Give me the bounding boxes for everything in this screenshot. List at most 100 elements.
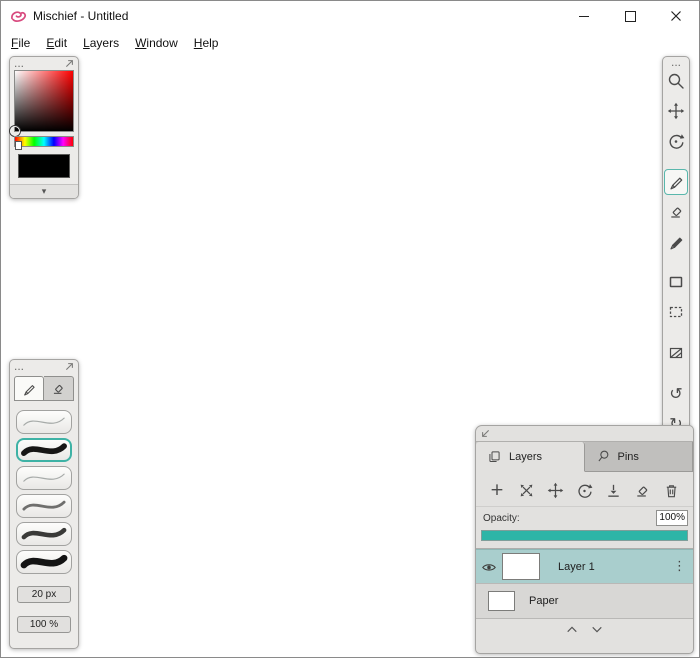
rectangle-tool-button[interactable] [664, 269, 688, 295]
saturation-value-picker[interactable] [10, 70, 74, 136]
chevron-down-icon [592, 626, 602, 632]
opacity-slider[interactable] [481, 530, 688, 541]
pen-tool-button[interactable] [664, 168, 688, 195]
close-button[interactable] [653, 1, 699, 31]
rotate-canvas-button[interactable] [664, 128, 688, 154]
move-layer-up-button[interactable] [564, 623, 580, 635]
layer-menu-button[interactable]: ⋮ [673, 559, 686, 574]
eraser-icon [670, 207, 681, 218]
pin-icon [597, 450, 608, 462]
pan-tool-button[interactable] [664, 98, 688, 124]
app-logo-icon [10, 8, 27, 25]
tab-brush-eraser[interactable] [44, 376, 74, 401]
delete-layer-button[interactable] [661, 479, 683, 501]
clear-layer-button[interactable] [632, 479, 654, 501]
hue-slider[interactable] [14, 136, 74, 150]
tab-pins-label: Pins [617, 450, 639, 463]
ink-pen-tool-button[interactable] [664, 229, 688, 255]
panel-collapse-button[interactable]: ▾ [10, 184, 78, 198]
minimize-icon [579, 15, 589, 17]
undock-icon[interactable] [481, 429, 490, 438]
layer-thumbnail[interactable] [502, 553, 540, 580]
marquee-selection-icon [669, 307, 683, 318]
opacity-value-field[interactable]: 100% [656, 510, 688, 526]
crop-image-icon [669, 348, 683, 359]
plus-icon: + [489, 479, 505, 500]
brush-preset[interactable] [16, 438, 72, 462]
eraser-icon [637, 486, 648, 497]
layers-panel: Layers Pins + Opacity: 100% Layer 1 ⋮ Pa… [475, 425, 694, 654]
panel-drag-handle[interactable]: ... [14, 360, 24, 372]
brush-preset[interactable] [16, 410, 72, 434]
magnifier-icon [668, 73, 684, 89]
tab-brush-pen[interactable] [14, 376, 44, 401]
title-bar: Mischief - Untitled [1, 1, 699, 31]
eraser-tool-button[interactable] [664, 199, 688, 225]
menu-layers[interactable]: Layers [75, 33, 127, 53]
brush-opacity-button[interactable]: 100 % [17, 616, 71, 633]
brush-preset[interactable] [16, 466, 72, 490]
tab-layers[interactable]: Layers [476, 442, 585, 472]
panel-drag-handle[interactable]: ... [671, 56, 681, 68]
panel-drag-handle[interactable]: ... [14, 57, 24, 69]
tab-pins[interactable]: Pins [584, 442, 693, 471]
select-tool-button[interactable] [664, 299, 688, 325]
move-layer-down-button[interactable] [589, 623, 605, 635]
menu-help[interactable]: Help [186, 33, 227, 53]
brush-preset[interactable] [16, 550, 72, 574]
layer-row[interactable]: Layer 1 ⋮ [476, 549, 693, 584]
rotate-icon [669, 133, 685, 149]
color-panel: ... ▾ [9, 56, 79, 199]
dock-icon[interactable] [65, 59, 74, 68]
hue-cursor[interactable] [15, 141, 22, 150]
collapse-arrow-icon: ▾ [41, 186, 47, 196]
menu-file[interactable]: File [3, 33, 38, 53]
rotate-icon [578, 483, 593, 498]
current-color-swatch[interactable] [18, 154, 70, 178]
brush-size-button[interactable]: 20 px [17, 586, 71, 603]
pen-icon [669, 177, 682, 190]
brush-preset[interactable] [16, 522, 72, 546]
transform-icon [520, 484, 533, 496]
layer-thumbnail[interactable] [488, 591, 515, 611]
eraser-icon [53, 385, 63, 394]
layer-row[interactable]: Paper [476, 584, 693, 619]
minimize-button[interactable] [561, 1, 607, 31]
layers-icon [489, 451, 500, 462]
dock-icon[interactable] [65, 362, 74, 371]
menu-window[interactable]: Window [127, 33, 186, 53]
maximize-icon [624, 10, 636, 22]
maximize-button[interactable] [607, 1, 653, 31]
merge-down-icon [608, 484, 619, 497]
undo-icon: ↺ [669, 384, 683, 404]
trash-icon [667, 484, 677, 497]
eye-icon [482, 563, 496, 571]
opacity-slider-fill [482, 531, 687, 540]
app-window: Mischief - Untitled File Edit Layers Win… [0, 0, 700, 658]
brush-preset[interactable] [16, 494, 72, 518]
layer-name[interactable]: Layer 1 [558, 561, 595, 573]
chevron-up-icon [567, 626, 577, 632]
layer-list: Layer 1 ⋮ Paper [476, 548, 693, 619]
move-layer-button[interactable] [544, 479, 566, 501]
color-cursor[interactable] [10, 126, 20, 136]
rotate-layer-button[interactable] [573, 479, 595, 501]
brush-panel: ... 20 px 100 % [9, 359, 79, 649]
undo-button[interactable]: ↺ [664, 381, 688, 407]
close-icon [671, 11, 681, 21]
menu-bar: File Edit Layers Window Help [1, 31, 699, 54]
menu-edit[interactable]: Edit [38, 33, 75, 53]
add-layer-button[interactable]: + [486, 479, 508, 501]
transform-layer-button[interactable] [515, 479, 537, 501]
merge-down-button[interactable] [603, 479, 625, 501]
crop-tool-button[interactable] [664, 340, 688, 366]
tool-panel: ... ↺ ↻ [662, 56, 690, 440]
brush-list [10, 410, 78, 574]
opacity-label: Opacity: [483, 512, 520, 524]
zoom-tool-button[interactable] [664, 68, 688, 94]
visibility-toggle[interactable] [479, 559, 499, 575]
layers-panel-tabs: Layers Pins [476, 441, 693, 472]
move-icon [547, 482, 564, 498]
layer-name[interactable]: Paper [529, 595, 558, 607]
layer-order-controls [476, 619, 693, 635]
